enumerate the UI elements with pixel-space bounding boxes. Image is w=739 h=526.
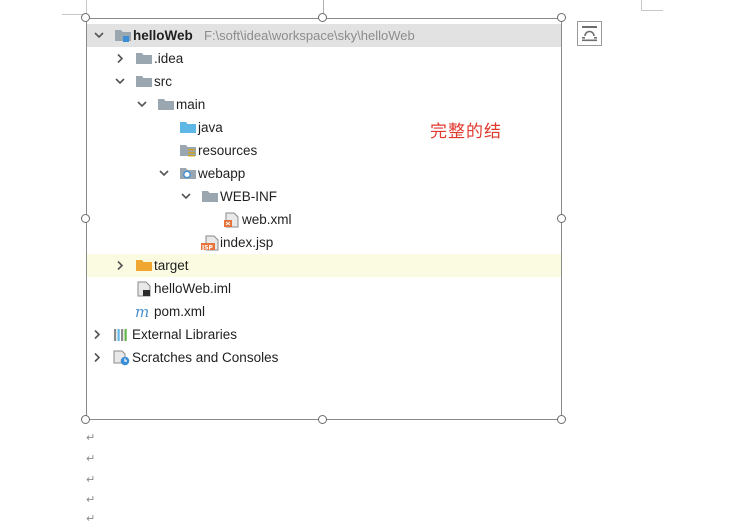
resize-handle-bottom-left[interactable] [81,415,90,424]
resize-handle-left[interactable] [81,214,90,223]
tree-row-web-inf[interactable]: WEB-INF [87,185,561,208]
tree-row-target[interactable]: target [87,254,561,277]
tree-row-external-libraries[interactable]: External Libraries [87,323,561,346]
resize-handle-bottom[interactable] [318,415,327,424]
embedded-image[interactable]: helloWeb F:\soft\idea\workspace\sky\hell… [86,18,562,420]
tree-row-index-jsp[interactable]: JSP index.jsp [87,231,561,254]
tree-label-pom-xml: pom.xml [154,304,206,319]
maven-icon: m [135,300,153,323]
resources-root-icon [179,139,197,162]
tree-row-pom-xml[interactable]: m pom.xml [87,300,561,323]
svg-text:JSP: JSP [201,245,214,252]
chevron-down-icon[interactable] [180,185,192,208]
libraries-icon [113,323,131,346]
folder-icon [157,93,175,116]
layout-options-button[interactable] [577,21,602,46]
resize-handle-top-left[interactable] [81,13,90,22]
chevron-down-icon[interactable] [136,93,148,116]
svg-text:m: m [135,304,149,319]
tree-row-src[interactable]: src [87,70,561,93]
chevron-down-icon[interactable] [158,162,170,185]
tree-row-idea[interactable]: .idea [87,47,561,70]
folder-icon [201,185,219,208]
paragraph-mark: ↵ [86,512,96,525]
web-root-icon [179,162,197,185]
resize-handle-top-right[interactable] [557,13,566,22]
tree-row-main[interactable]: main [87,93,561,116]
chevron-right-icon[interactable] [114,47,126,70]
tree-row-scratches[interactable]: Scratches and Consoles [87,346,561,369]
jsp-file-icon: JSP [201,231,219,254]
resize-handle-right[interactable] [557,214,566,223]
tree-row-resources[interactable]: resources [87,139,561,162]
tree-row-web-xml[interactable]: web.xml [87,208,561,231]
paragraph-mark: ↵ [86,452,96,465]
paragraph-mark: ↵ [86,431,96,444]
tree-label-index-jsp: index.jsp [220,235,274,250]
annotation-text: 完整的结 [430,122,502,142]
xml-file-icon [223,208,241,231]
tree-label-target: target [154,258,189,273]
tree-label-helloweb-iml: helloWeb.iml [154,281,232,296]
tree-label-src: src [154,74,172,89]
tree-row-helloweb-iml[interactable]: helloWeb.iml [87,277,561,300]
tree-label-webapp: webapp [198,166,246,181]
tree-label-scratches: Scratches and Consoles [132,350,279,365]
tree-label-resources: resources [198,143,258,158]
scratches-icon [113,346,131,369]
folder-icon [135,70,153,93]
module-folder-icon [114,24,132,47]
page-margin-mark-left-vertical [86,0,87,14]
tree-label-web-inf: WEB-INF [220,189,277,204]
project-tree: helloWeb F:\soft\idea\workspace\sky\hell… [87,19,561,419]
paragraph-mark: ↵ [86,473,96,486]
excluded-folder-icon [135,254,153,277]
tree-label-idea: .idea [154,51,184,66]
folder-icon [135,47,153,70]
tree-label-java: java [198,120,223,135]
chevron-right-icon[interactable] [91,323,103,346]
tree-row-root[interactable]: helloWeb F:\soft\idea\workspace\sky\hell… [87,24,561,47]
resize-handle-top[interactable] [318,13,327,22]
iml-file-icon [135,277,153,300]
chevron-down-icon[interactable] [114,70,126,93]
tree-row-webapp[interactable]: webapp [87,162,561,185]
tree-label-root: helloWeb [133,28,193,43]
paragraph-mark: ↵ [86,493,96,506]
page-margin-mark-right [641,0,663,11]
page-margin-mark-right-vertical [641,0,642,10]
chevron-right-icon[interactable] [91,346,103,369]
resize-handle-bottom-right[interactable] [557,415,566,424]
tree-label-web-xml: web.xml [242,212,292,227]
tree-label-main: main [176,97,206,112]
chevron-down-icon[interactable] [93,24,105,47]
source-root-icon [179,116,197,139]
tree-root-path: F:\soft\idea\workspace\sky\helloWeb [204,28,415,43]
chevron-right-icon[interactable] [114,254,126,277]
tree-label-external-libraries: External Libraries [132,327,238,342]
